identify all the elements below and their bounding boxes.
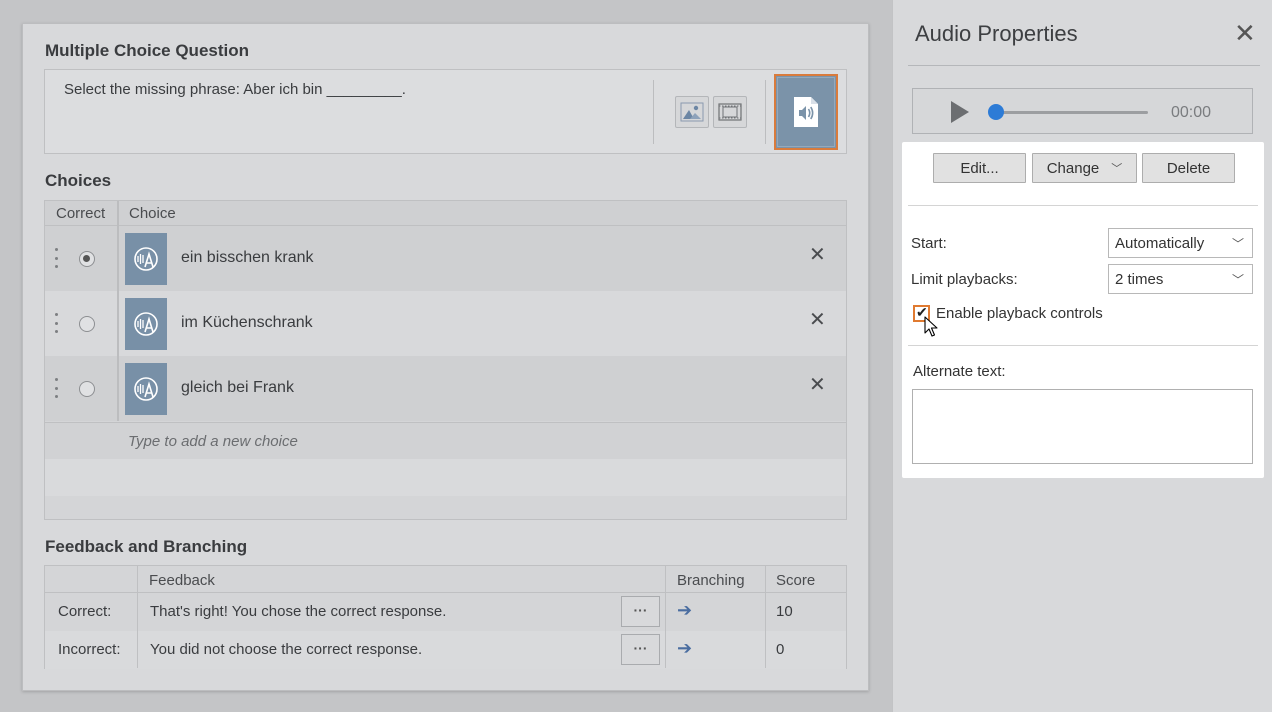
- start-label: Start:: [911, 235, 947, 252]
- delete-choice-icon[interactable]: ✕: [809, 310, 826, 330]
- branching-arrow-icon[interactable]: ➔: [677, 638, 692, 659]
- video-icon: [718, 103, 742, 121]
- correct-radio[interactable]: [79, 381, 95, 397]
- choice-row[interactable]: gleich bei Frank ✕: [45, 356, 846, 421]
- choices-header: Correct Choice: [45, 201, 846, 226]
- choice-audio-thumbnail[interactable]: [125, 363, 167, 415]
- delete-button[interactable]: Delete: [1142, 153, 1235, 183]
- column-separator: [665, 566, 666, 668]
- audio-properties-panel: Audio Properties ✕ 00:00 Edit... Change …: [892, 0, 1272, 712]
- choice-row[interactable]: ein bisschen krank ✕: [45, 226, 846, 291]
- image-icon: [680, 102, 704, 122]
- enable-playback-controls-label[interactable]: Enable playback controls: [936, 305, 1103, 322]
- score-value[interactable]: 0: [776, 641, 784, 658]
- seek-slider-knob[interactable]: [988, 104, 1004, 120]
- audio-text-icon: [134, 247, 158, 271]
- feedback-row-label: Incorrect:: [58, 641, 121, 658]
- seek-track[interactable]: [996, 111, 1148, 114]
- audio-text-icon: [134, 377, 158, 401]
- feedback-text[interactable]: That's right! You chose the correct resp…: [150, 603, 446, 620]
- choices-table: Correct Choice ein bisschen krank ✕ im K…: [44, 200, 847, 520]
- new-choice-row[interactable]: Type to add a new choice: [45, 422, 846, 459]
- empty-row: [45, 459, 846, 496]
- divider: [653, 80, 654, 144]
- choice-audio-thumbnail[interactable]: [125, 298, 167, 350]
- audio-player: 00:00: [912, 88, 1253, 134]
- feedback-table: Feedback Branching Score Correct: That's…: [44, 565, 847, 669]
- feedback-section-title: Feedback and Branching: [45, 537, 248, 556]
- delete-choice-icon[interactable]: ✕: [809, 245, 826, 265]
- edit-button-label: Edit...: [960, 159, 999, 177]
- choice-column-header: Choice: [129, 205, 176, 222]
- feedback-options-button[interactable]: ···: [621, 596, 660, 627]
- choice-text[interactable]: gleich bei Frank: [181, 379, 294, 397]
- column-separator: [137, 566, 138, 668]
- correct-radio[interactable]: [79, 251, 95, 267]
- delete-choice-icon[interactable]: ✕: [809, 375, 826, 395]
- correct-radio[interactable]: [79, 316, 95, 332]
- editor-backdrop: Multiple Choice Question Select the miss…: [0, 0, 892, 712]
- question-text[interactable]: Select the missing phrase: Aber ich bin …: [64, 81, 406, 98]
- choice-audio-thumbnail[interactable]: [125, 233, 167, 285]
- question-box[interactable]: Select the missing phrase: Aber ich bin …: [44, 69, 847, 154]
- limit-playbacks-value: 2 times: [1115, 271, 1164, 288]
- choice-text[interactable]: ein bisschen krank: [181, 249, 314, 267]
- audio-tile: [777, 77, 835, 147]
- panel-title: Audio Properties: [915, 21, 1078, 46]
- insert-video-button[interactable]: [713, 96, 747, 128]
- close-icon[interactable]: ✕: [1234, 20, 1256, 46]
- choices-section-title: Choices: [45, 171, 112, 190]
- feedback-row-correct: Correct: That's right! You chose the cor…: [45, 593, 846, 631]
- change-dropdown-button[interactable]: Change ﹀: [1032, 153, 1137, 183]
- question-editor-card: Multiple Choice Question Select the miss…: [22, 23, 869, 691]
- chevron-down-icon: ﹀: [1231, 237, 1244, 251]
- new-choice-placeholder[interactable]: Type to add a new choice: [128, 433, 298, 450]
- drag-handle-icon[interactable]: [55, 378, 59, 398]
- column-separator: [117, 201, 119, 421]
- chevron-down-icon: ﹀: [1231, 273, 1244, 287]
- choice-row[interactable]: im Küchenschrank ✕: [45, 291, 846, 356]
- delete-button-label: Delete: [1166, 159, 1211, 177]
- choice-text[interactable]: im Küchenschrank: [181, 314, 313, 332]
- score-column-header: Score: [776, 572, 816, 589]
- feedback-row-incorrect: Incorrect: You did not choose the correc…: [45, 631, 846, 669]
- edit-button[interactable]: Edit...: [933, 153, 1026, 183]
- audio-properties-card: Edit... Change ﹀ Delete Start: Automatic…: [902, 142, 1264, 478]
- alternate-text-label: Alternate text:: [913, 363, 1006, 380]
- feedback-text[interactable]: You did not choose the correct response.: [150, 641, 422, 658]
- play-icon[interactable]: [951, 101, 969, 123]
- score-value[interactable]: 10: [776, 603, 793, 620]
- chevron-down-icon: ﹀: [1111, 163, 1123, 175]
- feedback-header: Feedback Branching Score: [45, 566, 846, 593]
- question-section-title: Multiple Choice Question: [45, 41, 250, 60]
- divider: [908, 65, 1260, 66]
- alternate-text-field[interactable]: [912, 389, 1253, 464]
- divider: [908, 205, 1258, 206]
- branching-column-header: Branching: [677, 572, 745, 589]
- audio-text-icon: [134, 312, 158, 336]
- start-select[interactable]: Automatically ﹀: [1108, 228, 1253, 258]
- feedback-column-header: Feedback: [149, 572, 215, 589]
- feedback-row-label: Correct:: [58, 603, 112, 620]
- divider: [765, 80, 766, 144]
- limit-playbacks-label: Limit playbacks:: [911, 271, 1018, 288]
- feedback-options-button[interactable]: ···: [621, 634, 660, 665]
- limit-playbacks-select[interactable]: 2 times ﹀: [1108, 264, 1253, 294]
- playback-time: 00:00: [1171, 104, 1212, 121]
- branching-arrow-icon[interactable]: ➔: [677, 600, 692, 621]
- change-button-label: Change: [1046, 159, 1100, 177]
- divider: [908, 345, 1258, 346]
- column-separator: [765, 566, 766, 668]
- audio-file-icon: [794, 97, 818, 127]
- drag-handle-icon[interactable]: [55, 313, 59, 333]
- drag-handle-icon[interactable]: [55, 248, 59, 268]
- insert-image-button[interactable]: [675, 96, 709, 128]
- correct-column-header: Correct: [56, 205, 106, 222]
- mouse-cursor-icon: [924, 316, 938, 337]
- question-audio-button[interactable]: [774, 74, 838, 150]
- start-select-value: Automatically: [1115, 235, 1205, 252]
